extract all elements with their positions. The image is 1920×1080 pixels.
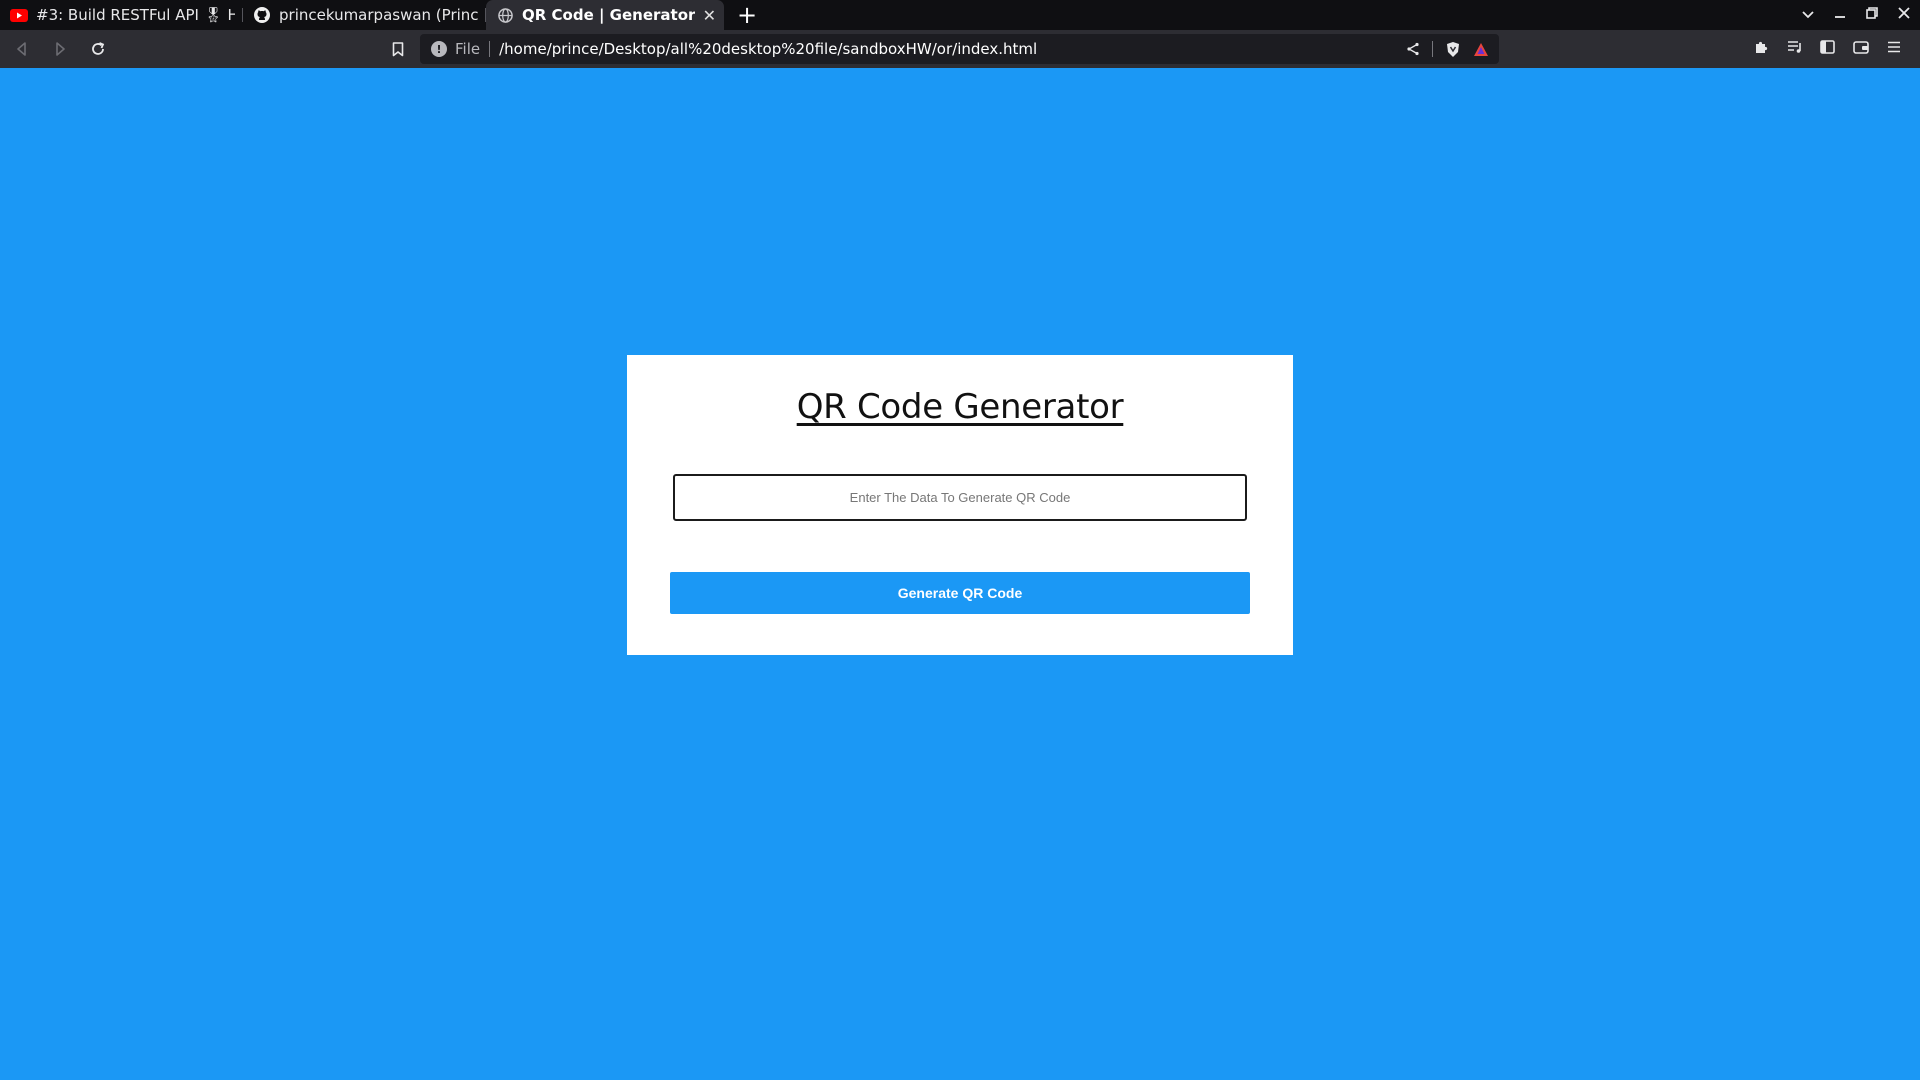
qr-data-input[interactable] <box>673 474 1247 521</box>
window-controls <box>1792 0 1920 30</box>
tab-title: QR Code | Generator <box>522 6 696 24</box>
tab-search-icon[interactable] <box>1792 7 1824 23</box>
brave-rewards-icon[interactable] <box>1473 42 1489 57</box>
github-icon <box>253 6 271 24</box>
tab-title: #3: Build RESTFul API 🎖 Hand <box>36 6 235 24</box>
url-text[interactable]: /home/prince/Desktop/all%20desktop%20fil… <box>499 40 1394 58</box>
bookmark-icon[interactable] <box>386 37 410 61</box>
browser-toolbar: ! File /home/prince/Desktop/all%20deskto… <box>0 30 1920 68</box>
forward-button[interactable] <box>44 33 76 65</box>
toolbar-right <box>1745 39 1910 54</box>
youtube-icon <box>10 6 28 24</box>
close-tab-icon[interactable]: ✕ <box>703 6 716 25</box>
tab-strip: #3: Build RESTFul API 🎖 Hand princekumar… <box>0 0 1920 30</box>
tab-title: princekumarpaswan (Prince K <box>279 6 478 24</box>
back-button[interactable] <box>6 33 38 65</box>
globe-icon <box>496 6 514 24</box>
divider <box>1432 41 1433 57</box>
menu-icon[interactable] <box>1877 41 1910 53</box>
qr-generator-card: QR Code Generator Generate QR Code <box>627 355 1293 655</box>
divider <box>489 41 491 57</box>
url-scheme: File <box>455 40 481 58</box>
tab-youtube[interactable]: #3: Build RESTFul API 🎖 Hand <box>0 0 243 30</box>
new-tab-button[interactable]: + <box>732 0 762 30</box>
tab-github[interactable]: princekumarpaswan (Prince K <box>243 0 486 30</box>
minimize-icon[interactable] <box>1824 7 1856 23</box>
site-info-icon[interactable]: ! <box>431 41 447 57</box>
tab-qr-generator[interactable]: QR Code | Generator ✕ <box>486 0 724 30</box>
reload-button[interactable] <box>82 33 114 65</box>
share-icon[interactable] <box>1406 42 1420 56</box>
extensions-icon[interactable] <box>1745 39 1778 54</box>
restore-icon[interactable] <box>1856 7 1888 23</box>
sidebar-icon[interactable] <box>1811 39 1844 54</box>
generate-qr-button[interactable]: Generate QR Code <box>670 572 1250 614</box>
playlist-icon[interactable] <box>1778 40 1811 54</box>
page-title: QR Code Generator <box>796 387 1124 427</box>
wallet-icon[interactable] <box>1844 40 1877 54</box>
brave-shields-icon[interactable] <box>1445 41 1461 58</box>
address-bar[interactable]: ! File /home/prince/Desktop/all%20deskto… <box>420 34 1499 64</box>
close-window-icon[interactable] <box>1888 7 1920 23</box>
address-bar-actions <box>1394 41 1489 58</box>
